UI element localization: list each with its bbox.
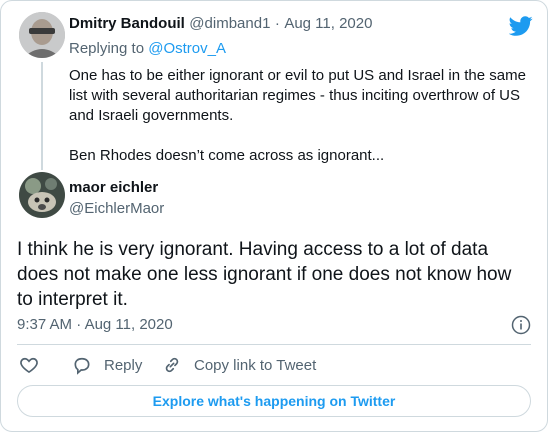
main-avatar[interactable]	[19, 172, 65, 218]
thread-connector	[41, 62, 43, 170]
separator-dot: ·	[274, 15, 280, 32]
info-icon[interactable]	[511, 315, 531, 335]
copy-link-label: Copy link to Tweet	[194, 356, 317, 374]
parent-display-name[interactable]: Dmitry Bandouil	[69, 15, 185, 32]
reply-button[interactable]: Reply	[72, 355, 142, 375]
reply-icon	[72, 355, 104, 375]
replying-to-handle[interactable]: @Ostrov_A	[148, 40, 226, 57]
parent-date[interactable]: Aug 11, 2020	[284, 15, 372, 32]
copy-link-button[interactable]: Copy link to Tweet	[162, 355, 316, 375]
parent-text-para1: One has to be either ignorant or evil to…	[69, 67, 526, 124]
timestamp-separator: ·	[76, 316, 82, 333]
replying-to-line: Replying to @Ostrov_A	[69, 40, 226, 57]
main-display-name[interactable]: maor eichler	[69, 179, 158, 196]
replying-prefix: Replying to	[69, 40, 149, 57]
parent-header: Dmitry Bandouil @dimband1 · Aug 11, 2020	[69, 15, 372, 33]
tweet-date[interactable]: Aug 11, 2020	[85, 316, 173, 333]
parent-avatar[interactable]	[19, 12, 65, 58]
main-handle[interactable]: @EichlerMaor	[69, 200, 164, 217]
like-button[interactable]	[19, 355, 51, 375]
link-icon	[162, 355, 194, 375]
explore-twitter-button[interactable]: Explore what's happening on Twitter	[17, 385, 531, 417]
twitter-bird-icon[interactable]	[508, 14, 533, 38]
parent-handle[interactable]: @dimband1	[189, 15, 270, 32]
parent-tweet-text: One has to be either ignorant or evil to…	[69, 66, 531, 166]
main-tweet-text: I think he is very ignorant. Having acce…	[17, 239, 512, 310]
divider	[17, 344, 531, 345]
tweet-timestamp[interactable]: 9:37 AM · Aug 11, 2020	[17, 316, 173, 333]
heart-icon	[19, 355, 51, 375]
parent-text-para2: Ben Rhodes doesn’t come across as ignora…	[69, 147, 385, 164]
reply-label: Reply	[104, 356, 143, 374]
tweet-time[interactable]: 9:37 AM	[17, 316, 72, 333]
